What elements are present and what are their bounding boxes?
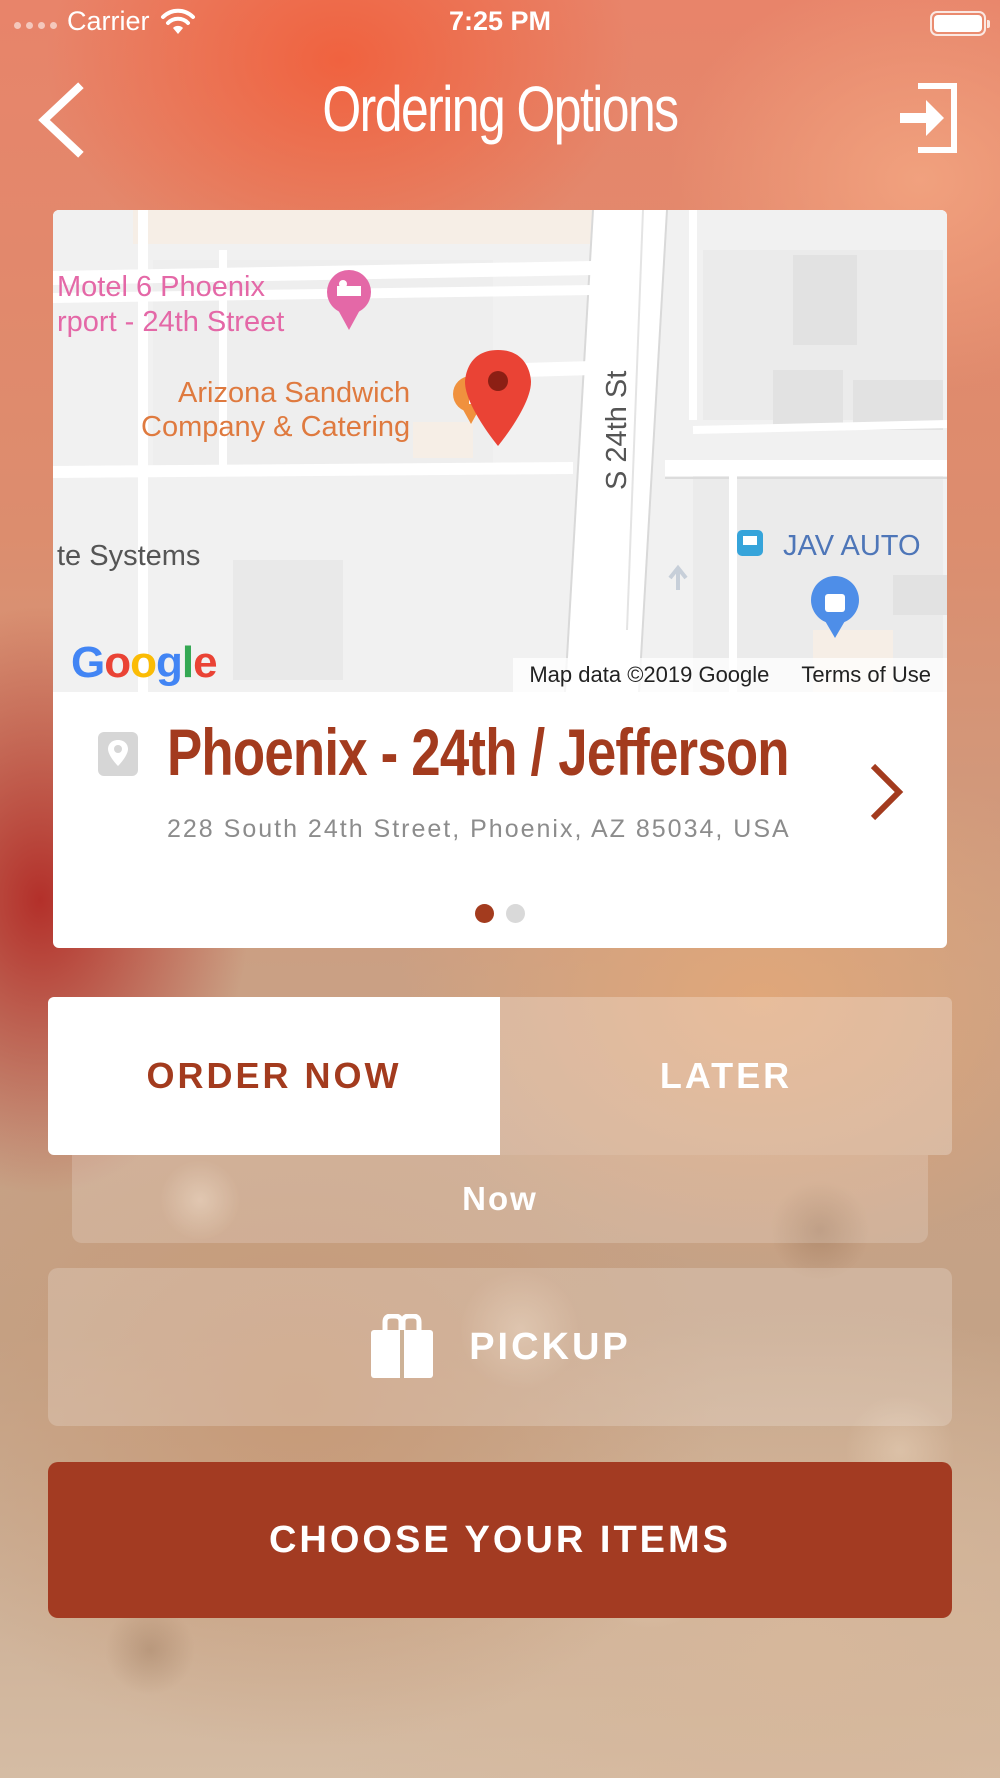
- battery-icon: [930, 11, 990, 36]
- map-view[interactable]: Motel 6 Phoenix rport - 24th Street Ariz…: [53, 210, 947, 692]
- map-label-motel: Motel 6 Phoenix rport - 24th Street: [57, 270, 284, 340]
- page-indicator: [53, 904, 947, 923]
- page-dot[interactable]: [506, 904, 525, 923]
- google-logo: Google: [71, 638, 218, 687]
- pickup-label: PICKUP: [469, 1325, 631, 1368]
- chevron-right-icon[interactable]: [865, 760, 905, 824]
- page-dot-active[interactable]: [475, 904, 494, 923]
- status-time: 7:25 PM: [448, 6, 552, 36]
- map-label-systems: te Systems: [57, 540, 201, 572]
- location-address: 228 South 24th Street, Phoenix, AZ 85034…: [167, 815, 791, 843]
- nav-bar: Ordering Options: [0, 60, 1000, 170]
- chevron-left-icon: [38, 82, 84, 158]
- logout-icon: [900, 83, 957, 153]
- map-label-restaurant-line2: Company & Catering: [141, 411, 411, 443]
- map-label-restaurant: Arizona Sandwich Company & Catering: [141, 376, 410, 444]
- map-attribution: Map data ©2019 Google: [529, 662, 770, 687]
- pickup-button[interactable]: PICKUP: [48, 1268, 952, 1426]
- map-label-motel-line1: Motel 6 Phoenix: [57, 271, 265, 303]
- location-info[interactable]: Phoenix - 24th / Jefferson 228 South 24t…: [53, 692, 947, 948]
- map-label-street: S 24th St: [601, 370, 633, 490]
- map-terms-link[interactable]: Terms of Use: [785, 662, 947, 688]
- map-attribution-bar: Map data ©2019 Google Terms of Use: [513, 658, 947, 692]
- later-tab[interactable]: LATER: [500, 997, 952, 1155]
- order-time-selector[interactable]: Now: [72, 1155, 928, 1243]
- map-label-restaurant-line1: Arizona Sandwich: [178, 377, 411, 409]
- map-label-motel-line2: rport - 24th Street: [57, 306, 285, 338]
- page-title: Ordering Options: [322, 73, 679, 145]
- location-card[interactable]: Motel 6 Phoenix rport - 24th Street Ariz…: [53, 210, 947, 948]
- choose-items-button[interactable]: CHOOSE YOUR ITEMS: [48, 1462, 952, 1618]
- map-label-auto: JAV AUTO: [783, 530, 921, 562]
- status-bar: Carrier 7:25 PM: [0, 0, 1000, 48]
- location-name: Phoenix - 24th / Jefferson: [167, 715, 790, 789]
- location-pin-icon: [98, 732, 138, 776]
- shopping-bag-icon: [371, 1314, 434, 1378]
- logout-button[interactable]: [898, 82, 962, 154]
- order-now-tab[interactable]: ORDER NOW: [48, 997, 500, 1155]
- back-button[interactable]: [34, 80, 94, 160]
- order-timing-control: ORDER NOW LATER: [48, 997, 952, 1155]
